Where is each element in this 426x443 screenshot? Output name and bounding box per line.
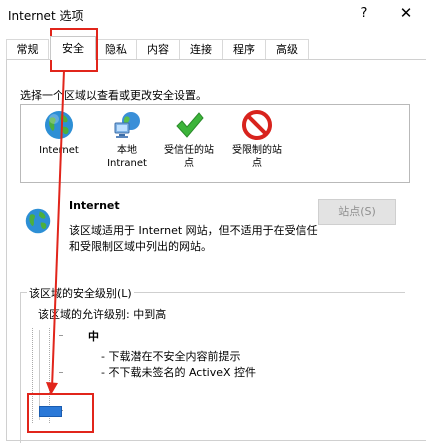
security-level-title: 该区域的安全级别(L) <box>27 285 134 301</box>
zone-label: Internet <box>39 145 79 156</box>
zone-title: Internet <box>69 199 120 212</box>
sites-button[interactable]: 站点(S) <box>318 199 396 225</box>
window-title: Internet 选项 <box>8 9 84 23</box>
level-name: 中 <box>88 330 99 343</box>
close-button[interactable]: ✕ <box>394 2 418 24</box>
allowed-levels-text: 该区域的允许级别: 中到高 <box>38 308 167 321</box>
zone-list[interactable]: Internet 本地 Intranet 受信任的站 点 受限制的站 点 <box>20 104 410 183</box>
zone-label: 本地 Intranet <box>107 145 147 169</box>
title-bar: Internet 选项 ? ✕ <box>0 0 426 30</box>
tab-security[interactable]: 安全 <box>50 36 96 60</box>
zone-description: 该区域适用于 Internet 网站，但不适用于在受信任和受限制区域中列出的网站… <box>69 224 318 253</box>
intranet-icon <box>114 112 140 138</box>
zone-label: 受限制的站 点 <box>232 145 282 169</box>
help-button[interactable]: ? <box>352 3 376 25</box>
tab-content[interactable]: 内容 <box>136 39 180 59</box>
slider-tick <box>59 372 63 373</box>
checkmark-icon <box>176 112 204 138</box>
zone-restricted-sites[interactable]: 受限制的站 点 <box>221 109 293 170</box>
tab-privacy[interactable]: 隐私 <box>95 39 137 59</box>
level-description-item: - 下载潜在不安全内容前提示 <box>101 350 241 363</box>
tab-strip: 常规 安全 隐私 内容 连接 程序 高级 <box>0 36 426 60</box>
tab-connections[interactable]: 连接 <box>179 39 223 59</box>
level-description-item: - 不下载未签名的 ActiveX 控件 <box>101 366 257 379</box>
slider-tick <box>59 335 63 336</box>
restricted-icon <box>242 110 272 140</box>
annotation-box-slider <box>27 393 94 433</box>
tab-programs[interactable]: 程序 <box>222 39 266 59</box>
zone-instruction: 选择一个区域以查看或更改安全设置。 <box>20 89 207 102</box>
globe-icon <box>45 111 73 139</box>
zone-label: 受信任的站 点 <box>164 145 214 169</box>
tab-advanced[interactable]: 高级 <box>265 39 309 59</box>
zone-trusted-sites[interactable]: 受信任的站 点 <box>153 109 225 170</box>
tab-general[interactable]: 常规 <box>6 39 49 59</box>
globe-icon <box>25 208 51 234</box>
zone-internet[interactable]: Internet <box>23 109 95 157</box>
